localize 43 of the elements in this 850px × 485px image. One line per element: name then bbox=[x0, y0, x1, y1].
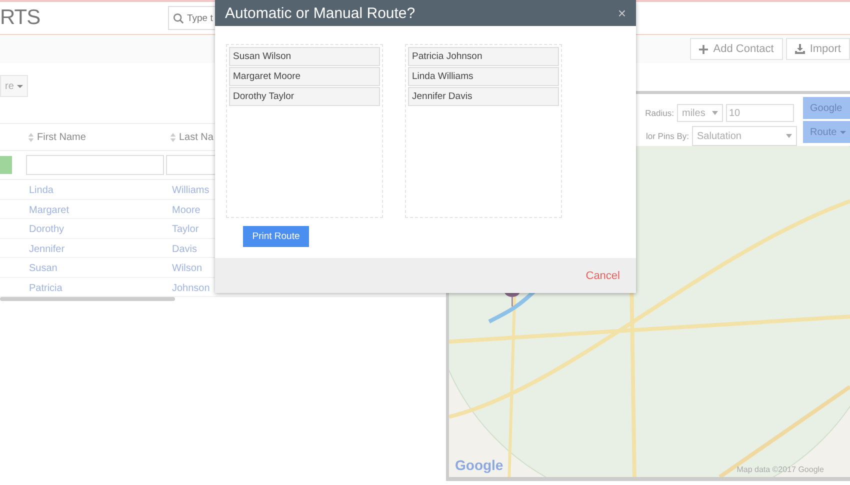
print-route-button[interactable]: Print Route bbox=[243, 226, 309, 247]
table-cell[interactable]: Linda bbox=[29, 185, 54, 196]
scrollbar-thumb[interactable] bbox=[0, 297, 175, 301]
table-cell[interactable]: Dorothy bbox=[29, 224, 64, 236]
map-button[interactable]: Route bbox=[803, 121, 850, 143]
map-attribution: Map data ©2017 Google bbox=[736, 465, 824, 474]
column-filter-field[interactable] bbox=[26, 155, 164, 175]
contact-item[interactable]: Dorothy Taylor bbox=[229, 87, 380, 106]
column-header[interactable]: Last Na bbox=[168, 132, 310, 142]
radius-input[interactable]: 10 bbox=[726, 104, 794, 122]
table-cell[interactable]: Taylor bbox=[172, 224, 199, 236]
radius-label: Radius: bbox=[645, 108, 674, 118]
table-cell[interactable]: Williams bbox=[172, 185, 210, 196]
cancel-button[interactable]: Cancel bbox=[580, 268, 626, 282]
map-logo: Google bbox=[455, 457, 504, 473]
table-cell[interactable]: Jennifer bbox=[29, 244, 65, 255]
contact-item[interactable]: Jennifer Davis bbox=[408, 87, 559, 106]
filter-toggle[interactable] bbox=[0, 156, 12, 174]
filter-dropdown[interactable]: re bbox=[0, 75, 28, 97]
contact-item[interactable]: Susan Wilson bbox=[229, 47, 380, 66]
sort-icon bbox=[170, 132, 176, 142]
toolbar-button[interactable]: Import bbox=[786, 38, 850, 60]
map-button[interactable]: Google bbox=[803, 97, 850, 119]
dialog-title: Automatic or Manual Route? bbox=[225, 4, 416, 22]
color-pins-label: lor Pins By: bbox=[646, 131, 689, 141]
table-cell[interactable]: Susan bbox=[29, 263, 58, 274]
toolbar-button[interactable]: Add Contact bbox=[690, 38, 783, 60]
page-title: RTS bbox=[0, 6, 40, 29]
table-cell[interactable]: Margaret bbox=[29, 204, 70, 216]
table-cell[interactable]: Johnson bbox=[172, 282, 210, 294]
close-button[interactable]: × bbox=[618, 5, 626, 21]
table-cell[interactable]: Patricia bbox=[29, 282, 62, 294]
table-cell[interactable]: Wilson bbox=[172, 263, 202, 274]
contact-item[interactable]: Linda Williams bbox=[408, 67, 559, 86]
contact-item[interactable]: Patricia Johnson bbox=[408, 47, 559, 66]
plus-icon bbox=[699, 44, 708, 54]
table-cell[interactable]: Davis bbox=[172, 244, 198, 255]
sort-icon bbox=[28, 132, 34, 142]
column-header[interactable]: First Name bbox=[26, 132, 168, 142]
unit-select[interactable]: miles bbox=[677, 104, 723, 122]
download-icon bbox=[794, 44, 805, 54]
contact-item[interactable]: Margaret Moore bbox=[229, 67, 380, 86]
table-cell[interactable]: Moore bbox=[172, 204, 200, 216]
